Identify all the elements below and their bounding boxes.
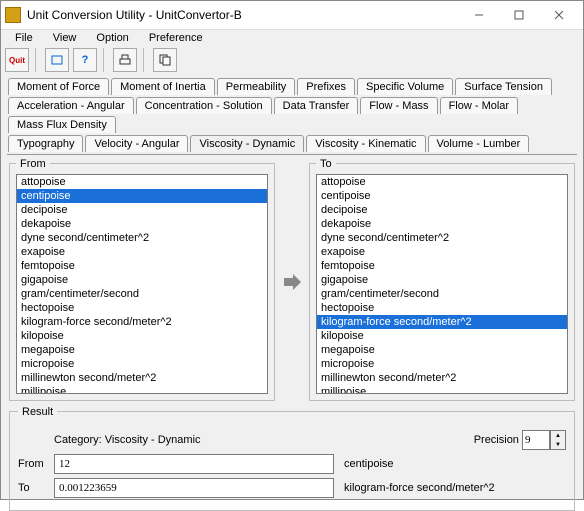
result-from-input[interactable] <box>54 454 334 474</box>
list-item[interactable]: micropoise <box>17 357 267 371</box>
tab[interactable]: Typography <box>8 135 83 152</box>
list-item[interactable]: exapoise <box>317 245 567 259</box>
result-to-label: To <box>18 482 54 494</box>
category-label: Category: <box>54 434 102 446</box>
tab[interactable]: Acceleration - Angular <box>8 97 134 114</box>
list-item[interactable]: dyne second/centimeter^2 <box>17 231 267 245</box>
minimize-button[interactable] <box>459 1 499 29</box>
result-panel: Result Category: Viscosity - Dynamic Pre… <box>9 411 575 511</box>
list-item[interactable]: kilopoise <box>317 329 567 343</box>
list-item[interactable]: millipoise <box>317 385 567 393</box>
tab[interactable]: Specific Volume <box>357 78 453 95</box>
toolbar-separator <box>35 48 39 72</box>
list-item[interactable]: dekapoise <box>17 217 267 231</box>
tab[interactable]: Velocity - Angular <box>85 135 188 152</box>
quit-button[interactable]: Quit <box>5 48 29 72</box>
result-to-unit: kilogram-force second/meter^2 <box>344 482 495 494</box>
to-legend: To <box>316 158 336 170</box>
list-item[interactable]: kilogram-force second/meter^2 <box>17 315 267 329</box>
list-item[interactable]: centipoise <box>17 189 267 203</box>
list-item[interactable]: exapoise <box>17 245 267 259</box>
list-item[interactable]: millipoise <box>17 385 267 393</box>
tab[interactable]: Flow - Molar <box>440 97 519 114</box>
copy-button[interactable] <box>153 48 177 72</box>
tab[interactable]: Data Transfer <box>274 97 359 114</box>
list-item[interactable]: kilogram-force second/meter^2 <box>317 315 567 329</box>
toolbar: Quit ? <box>1 46 583 74</box>
tab[interactable]: Prefixes <box>297 78 355 95</box>
result-from-label: From <box>18 458 54 470</box>
toolbar-button-2[interactable] <box>45 48 69 72</box>
category-value: Viscosity - Dynamic <box>105 434 201 446</box>
precision-input[interactable] <box>522 430 550 450</box>
list-item[interactable]: dyne second/centimeter^2 <box>317 231 567 245</box>
list-item[interactable]: femtopoise <box>17 259 267 273</box>
menu-view[interactable]: View <box>43 30 87 46</box>
tab[interactable]: Permeability <box>217 78 296 95</box>
tab[interactable]: Viscosity - Kinematic <box>306 135 425 152</box>
list-item[interactable]: megapoise <box>17 343 267 357</box>
list-item[interactable]: gigapoise <box>17 273 267 287</box>
list-item[interactable]: centipoise <box>317 189 567 203</box>
precision-label: Precision <box>474 434 519 446</box>
arrow-icon <box>277 161 307 403</box>
toolbar-separator <box>143 48 147 72</box>
list-item[interactable]: hectopoise <box>17 301 267 315</box>
to-list[interactable]: attopoisecentipoisedecipoisedekapoisedyn… <box>317 175 567 393</box>
menu-preference[interactable]: Preference <box>139 30 213 46</box>
help-button[interactable]: ? <box>73 48 97 72</box>
list-item[interactable]: millinewton second/meter^2 <box>317 371 567 385</box>
result-legend: Result <box>18 406 57 418</box>
list-item[interactable]: megapoise <box>317 343 567 357</box>
tab[interactable]: Surface Tension <box>455 78 552 95</box>
close-button[interactable] <box>539 1 579 29</box>
list-item[interactable]: dekapoise <box>317 217 567 231</box>
menu-bar: File View Option Preference <box>1 30 583 46</box>
tab[interactable]: Moment of Force <box>8 78 109 95</box>
app-icon <box>5 7 21 23</box>
result-to-input[interactable] <box>54 478 334 498</box>
list-item[interactable]: micropoise <box>317 357 567 371</box>
list-item[interactable]: decipoise <box>17 203 267 217</box>
tab[interactable]: Mass Flux Density <box>8 116 116 133</box>
tab[interactable]: Volume - Lumber <box>428 135 530 152</box>
tab[interactable]: Concentration - Solution <box>136 97 272 114</box>
toolbar-separator <box>103 48 107 72</box>
maximize-button[interactable] <box>499 1 539 29</box>
list-item[interactable]: attopoise <box>17 175 267 189</box>
tab[interactable]: Viscosity - Dynamic <box>190 135 304 152</box>
from-panel: From attopoisecentipoisedecipoisedekapoi… <box>9 163 275 401</box>
tab[interactable]: Flow - Mass <box>360 97 437 114</box>
list-item[interactable]: femtopoise <box>317 259 567 273</box>
list-item[interactable]: kilopoise <box>17 329 267 343</box>
list-item[interactable]: gram/centimeter/second <box>17 287 267 301</box>
list-item[interactable]: hectopoise <box>317 301 567 315</box>
list-item[interactable]: millinewton second/meter^2 <box>17 371 267 385</box>
tab[interactable]: Moment of Inertia <box>111 78 215 95</box>
menu-option[interactable]: Option <box>86 30 138 46</box>
list-item[interactable]: decipoise <box>317 203 567 217</box>
precision-spinner[interactable]: ▲▼ <box>550 430 566 450</box>
from-legend: From <box>16 158 50 170</box>
print-button[interactable] <box>113 48 137 72</box>
title-bar: Unit Conversion Utility - UnitConvertor-… <box>1 1 583 30</box>
category-tabs: Moment of ForceMoment of InertiaPermeabi… <box>1 74 583 154</box>
to-panel: To attopoisecentipoisedecipoisedekapoise… <box>309 163 575 401</box>
menu-file[interactable]: File <box>5 30 43 46</box>
list-item[interactable]: attopoise <box>317 175 567 189</box>
result-from-unit: centipoise <box>344 458 394 470</box>
list-item[interactable]: gigapoise <box>317 273 567 287</box>
from-list[interactable]: attopoisecentipoisedecipoisedekapoisedyn… <box>17 175 267 393</box>
list-item[interactable]: gram/centimeter/second <box>317 287 567 301</box>
window-title: Unit Conversion Utility - UnitConvertor-… <box>27 8 459 22</box>
